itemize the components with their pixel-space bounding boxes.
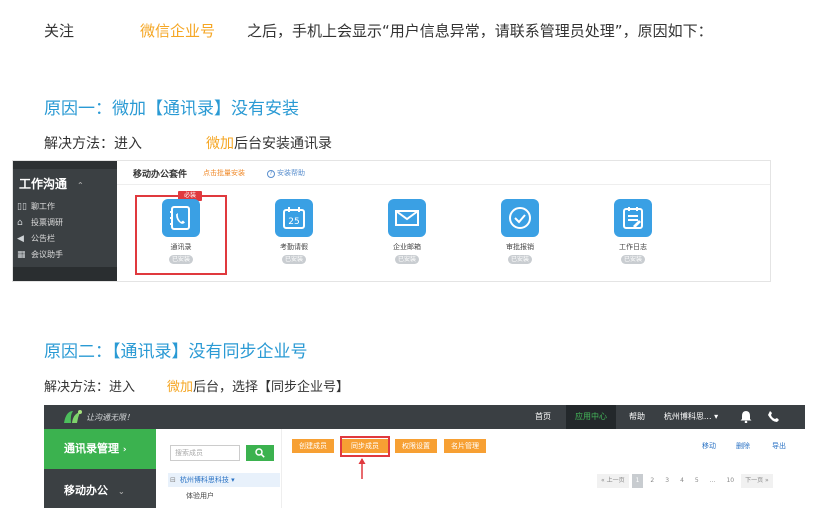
s1-batch-install-link[interactable]: 点击批量安装 (203, 168, 245, 178)
pager-prev[interactable]: « 上一页 (597, 474, 629, 488)
reason1-solve-suffix: 后台安装通讯录 (234, 136, 332, 152)
installed-badge: 已安装 (169, 255, 193, 264)
installed-badge: 已安装 (282, 255, 306, 264)
contacts-icon (162, 199, 200, 237)
reason2-brand-link[interactable]: 微加 (167, 380, 193, 395)
create-member-button[interactable]: 创建成员 (292, 439, 334, 453)
nav-app-center[interactable]: 应用中心 (566, 405, 616, 429)
home-icon: ⌂ (17, 218, 23, 228)
permission-settings-button[interactable]: 权限设置 (395, 439, 437, 453)
intro-prefix: 关注 (44, 22, 75, 40)
pager-page[interactable]: 2 (646, 474, 658, 488)
s1-sidebar-item-vote[interactable]: ⌂ 投票调研 (13, 215, 117, 231)
intro-suffix: 之后，手机上会显示“用户信息异常，请联系管理员处理”，原因如下： (247, 22, 713, 40)
export-action[interactable]: 导出 (772, 441, 786, 451)
grid-icon: ▯▯ (17, 202, 27, 212)
installed-badge: 已安装 (395, 255, 419, 264)
s1-install-help-link[interactable]: ? 安装帮助 (267, 168, 305, 178)
pagination: « 上一页 1 2 3 4 5 ... 10 下一页 » (597, 474, 776, 488)
card-management-button[interactable]: 名片管理 (444, 439, 486, 453)
s2-sidebar: 通讯录管理 › 移动办公 ⌄ (44, 429, 156, 508)
app-approval[interactable]: 审批报销 已安装 (485, 199, 555, 264)
nav-home[interactable]: 首页 (528, 405, 558, 429)
pager-page[interactable]: 5 (691, 474, 703, 488)
delete-action[interactable]: 删除 (736, 441, 750, 451)
search-button[interactable] (246, 445, 274, 461)
calendar-icon: ▦ (17, 250, 26, 260)
reason2-solve-suffix: 后台，选择【同步企业号】 (193, 380, 350, 395)
svg-text:25: 25 (288, 217, 299, 227)
bell-icon[interactable] (740, 410, 752, 423)
sidebar-item-mobile-office[interactable]: 移动办公 ⌄ (44, 469, 156, 508)
app-mail[interactable]: 企业邮箱 已安装 (372, 199, 442, 264)
reason1-title: 原因一：微加【通讯录】没有安装 (44, 99, 299, 119)
screenshot-app-suite: 工作沟通 ⌃ ▯▯ 聊工作 ⌂ 投票调研 ◀ 公告栏 ▦ 会议助手 移动办公套件 点击批量… (12, 160, 771, 282)
member-search-input[interactable]: 搜索成员 (170, 445, 240, 461)
org-node[interactable]: ⊟ 杭州博科思科技 ▾ (168, 473, 280, 487)
intro-product-link[interactable]: 微信企业号 (140, 22, 215, 40)
app-journal[interactable]: 工作日志 已安装 (598, 199, 668, 264)
reason2-solution: 解决方法：进入 微加后台，选择【同步企业号】 (44, 376, 349, 395)
approval-icon (501, 199, 539, 237)
collapse-icon: ⊟ (170, 476, 176, 484)
s2-slogan: 让沟通无限！ (86, 413, 134, 422)
s1-sidebar-item-notice[interactable]: ◀ 公告栏 (13, 231, 117, 247)
reason2-solve-prefix: 解决方法：进入 (44, 380, 136, 395)
nav-account-menu[interactable]: 杭州博科思... ▾ (656, 405, 726, 429)
chevron-down-icon: ⌄ (118, 487, 125, 496)
move-action[interactable]: 移动 (702, 441, 716, 451)
app-contacts[interactable]: 通讯录 已安装 (146, 199, 216, 264)
installed-badge: 已安装 (621, 255, 645, 264)
s1-header: 移动办公套件 点击批量安装 ? 安装帮助 (117, 161, 770, 185)
s1-sidebar-item-chat[interactable]: ▯▯ 聊工作 (13, 199, 117, 215)
mail-icon (388, 199, 426, 237)
s1-main: 移动办公套件 点击批量安装 ? 安装帮助 必装 通讯录 已安装 25 考勤请假 已… (117, 161, 770, 281)
s1-sidebar-item-meeting[interactable]: ▦ 会议助手 (13, 247, 117, 263)
reason1-solution: 解决方法：进入 微加后台安装通讯录 (44, 133, 332, 153)
search-icon (255, 448, 265, 458)
intro-line: 关注 微信企业号 之后，手机上会显示“用户信息异常，请联系管理员处理”，原因如下： (44, 20, 713, 41)
sidebar-item-contacts-admin[interactable]: 通讯录管理 › (44, 429, 156, 469)
screenshot-contacts-admin: 让沟通无限！ 首页 应用中心 帮助 杭州博科思... ▾ 通讯录管理 › 移动办… (44, 405, 805, 508)
app-attendance[interactable]: 25 考勤请假 已安装 (259, 199, 329, 264)
highlight-box (340, 436, 390, 457)
reason1-solve-prefix: 解决方法：进入 (44, 136, 142, 152)
logo-icon (64, 410, 82, 423)
caret-down-icon: ▾ (231, 476, 235, 484)
chevron-up-icon: ⌃ (77, 181, 84, 190)
phone-icon[interactable] (767, 410, 779, 423)
s2-topbar: 让沟通无限！ 首页 应用中心 帮助 杭州博科思... ▾ (44, 405, 805, 429)
attendance-icon: 25 (275, 199, 313, 237)
reason2-title: 原因二：【通讯录】没有同步企业号 (44, 342, 308, 362)
help-icon: ? (267, 170, 275, 178)
s1-sidebar: 工作沟通 ⌃ ▯▯ 聊工作 ⌂ 投票调研 ◀ 公告栏 ▦ 会议助手 (13, 161, 117, 281)
caret-down-icon: ▾ (714, 412, 719, 421)
installed-badge: 已安装 (508, 255, 532, 264)
pager-page[interactable]: 4 (676, 474, 688, 488)
megaphone-icon: ◀ (17, 234, 24, 244)
pager-ellipsis: ... (709, 477, 716, 484)
pager-page[interactable]: 3 (661, 474, 673, 488)
s1-header-title: 移动办公套件 (133, 170, 188, 180)
s2-org-tree: 搜索成员 ⊟ 杭州博科思科技 ▾ 体验用户 (156, 429, 282, 508)
nav-help[interactable]: 帮助 (622, 405, 652, 429)
pager-page[interactable]: 10 (722, 474, 738, 488)
chevron-right-icon: › (122, 445, 127, 455)
journal-icon (614, 199, 652, 237)
arrow-up-icon (358, 458, 366, 479)
reason1-brand-link[interactable]: 微加 (206, 136, 234, 152)
pager-next[interactable]: 下一页 » (741, 474, 773, 488)
pager-page[interactable]: 1 (631, 474, 644, 488)
org-user[interactable]: 体验用户 (186, 491, 214, 501)
s1-sidebar-group[interactable]: 工作沟通 ⌃ (13, 169, 117, 199)
